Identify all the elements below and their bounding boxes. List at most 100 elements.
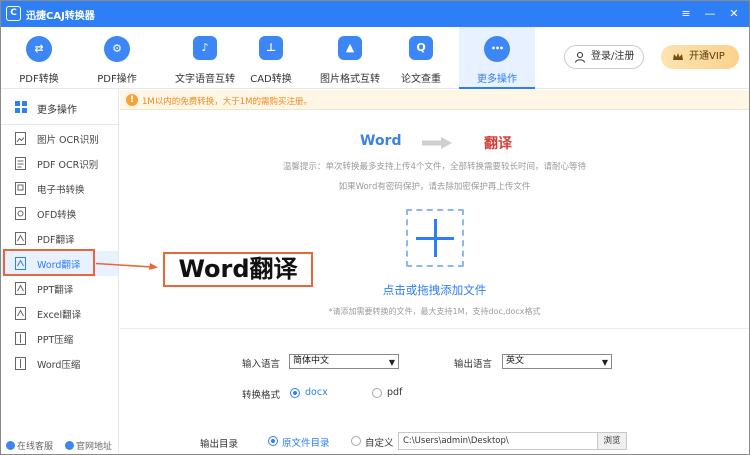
- nav-label: 更多操作: [477, 74, 517, 85]
- format-docx-radio[interactable]: [290, 388, 300, 398]
- sidebar-item-label: Word压缩: [37, 360, 81, 371]
- nav-image-format[interactable]: ▲ 图片格式互转: [307, 27, 393, 89]
- vip-button[interactable]: 开通VIP: [661, 45, 739, 69]
- gear-icon: ⚙: [104, 36, 130, 62]
- window-title: 迅捷CAJ转换器: [26, 11, 95, 22]
- sidebar-item-ppt-compress[interactable]: PPT压缩: [1, 326, 118, 351]
- callout-highlight-frame: [3, 249, 95, 276]
- browse-button[interactable]: 浏览: [597, 432, 627, 450]
- grid-icon: [15, 101, 27, 113]
- nav-more-ops[interactable]: ••• 更多操作: [459, 27, 535, 89]
- nav-pdf-convert[interactable]: ⇄ PDF转换: [9, 27, 69, 89]
- sidebar-item-label: PPT压缩: [37, 335, 74, 346]
- chevron-down-icon: ▼: [601, 358, 608, 367]
- pdf-file-icon: [15, 157, 26, 170]
- nav-label: PDF转换: [19, 74, 59, 85]
- tip-line-1: 温馨提示：单次转换最多支持上传4个文件，全部转换需要较长时间，请耐心等待: [283, 162, 586, 172]
- login-label: 登录/注册: [591, 51, 635, 62]
- sidebar-item-word-compress[interactable]: Word压缩: [1, 351, 118, 376]
- sidebar-item-label: PPT翻译: [37, 285, 74, 296]
- paper-check-icon: Q: [409, 36, 433, 60]
- app-logo-icon: C: [6, 6, 21, 21]
- text-voice-icon: ♪: [193, 36, 217, 60]
- dir-original-label: 原文件目录: [282, 438, 330, 449]
- output-lang-select[interactable]: 英文 ▼: [502, 354, 612, 369]
- app-window: C 迅捷CAJ转换器 ≡ — ✕ ⇄ PDF转换 ⚙ PDF操作 ♪ 文字语音互…: [0, 0, 750, 455]
- login-button[interactable]: 登录/注册: [564, 45, 644, 69]
- menu-icon[interactable]: ≡: [677, 5, 695, 23]
- dir-custom-radio[interactable]: [351, 436, 361, 446]
- globe-icon: [65, 441, 74, 450]
- output-lang-label: 输出语言: [454, 359, 493, 370]
- sidebar-item-label: PDF OCR识别: [37, 160, 99, 171]
- format-docx-label: docx: [305, 387, 328, 398]
- website-label: 官网地址: [76, 442, 113, 452]
- output-path-input[interactable]: C:\Users\admin\Desktop\: [398, 432, 598, 450]
- title-bar: C 迅捷CAJ转换器 ≡ — ✕: [1, 1, 749, 27]
- ebook-icon: [15, 182, 26, 195]
- nav-pdf-ops[interactable]: ⚙ PDF操作: [87, 27, 147, 89]
- sidebar-header: 更多操作: [1, 89, 118, 125]
- chevron-down-icon: ▼: [388, 358, 395, 367]
- sidebar-item-image-ocr[interactable]: 图片 OCR识别: [1, 126, 118, 151]
- dir-custom-label: 自定义: [365, 438, 394, 449]
- crown-icon: [673, 53, 683, 60]
- flow-source-label: Word: [360, 133, 402, 149]
- format-pdf-radio[interactable]: [372, 388, 382, 398]
- nav-label: 文字语音互转: [175, 74, 235, 85]
- translate-file-icon: [15, 307, 26, 320]
- warning-icon: !: [126, 94, 138, 106]
- sidebar-item-pdf-ocr[interactable]: PDF OCR识别: [1, 151, 118, 176]
- vip-label: 开通VIP: [689, 51, 725, 62]
- nav-paper-check[interactable]: Q 论文查重: [391, 27, 451, 89]
- sidebar-item-label: 电子书转换: [37, 185, 85, 196]
- sidebar-item-ppt-translate[interactable]: PPT翻译: [1, 276, 118, 301]
- sidebar-item-pdf-translate[interactable]: PDF翻译: [1, 226, 118, 251]
- file-dropzone[interactable]: [406, 209, 464, 267]
- sidebar-item-label: OFD转换: [37, 210, 77, 221]
- minimize-icon[interactable]: —: [701, 5, 719, 23]
- nav-text-voice[interactable]: ♪ 文字语音互转: [159, 27, 251, 89]
- callout-arrow-icon: [96, 262, 158, 270]
- format-pdf-label: pdf: [387, 387, 403, 398]
- online-service-label: 在线客服: [17, 442, 54, 452]
- ofd-file-icon: [15, 207, 26, 220]
- nav-label: 论文查重: [401, 74, 441, 85]
- input-lang-value: 简体中文: [293, 356, 330, 366]
- plus-icon-vertical: [433, 219, 437, 257]
- website-link[interactable]: 官网地址: [65, 439, 112, 452]
- file-hint: *请添加需要转换的文件，最大支持1M，支持doc,docx格式: [328, 307, 541, 316]
- sidebar-footer: 在线客服 官网地址: [1, 437, 118, 453]
- format-label: 转换格式: [242, 390, 281, 401]
- notice-text: 1M以内的免费转换，大于1M的需购买注册。: [142, 97, 312, 107]
- translate-file-icon: [15, 282, 26, 295]
- more-icon: •••: [484, 36, 510, 62]
- close-icon[interactable]: ✕: [725, 5, 743, 23]
- image-icon: ▲: [338, 36, 362, 60]
- input-lang-select[interactable]: 简体中文 ▼: [289, 354, 399, 369]
- sidebar-item-label: Excel翻译: [37, 310, 82, 321]
- nav-label: PDF操作: [97, 74, 137, 85]
- exchange-icon: ⇄: [26, 36, 52, 62]
- notice-bar: ! 1M以内的免费转换，大于1M的需购买注册。: [120, 90, 749, 110]
- sidebar-item-label: 图片 OCR识别: [37, 135, 99, 146]
- cad-icon: ⊥: [259, 36, 283, 60]
- sidebar-title: 更多操作: [37, 105, 77, 116]
- output-lang-value: 英文: [506, 356, 525, 366]
- nav-label: CAD转换: [250, 74, 292, 85]
- translate-file-icon: [15, 232, 26, 245]
- compress-file-icon: [15, 332, 26, 345]
- sidebar-item-excel-translate[interactable]: Excel翻译: [1, 301, 118, 326]
- input-lang-label: 输入语言: [242, 359, 281, 370]
- sidebar-item-ofd[interactable]: OFD转换: [1, 201, 118, 226]
- headset-icon: [6, 441, 15, 450]
- online-service-link[interactable]: 在线客服: [6, 439, 53, 452]
- output-dir-label: 输出目录: [200, 439, 239, 450]
- nav-cad[interactable]: ⊥ CAD转换: [241, 27, 301, 89]
- arrow-right-icon: [422, 137, 452, 149]
- callout-label: Word翻译: [163, 252, 313, 287]
- image-file-icon: [15, 132, 26, 145]
- options-panel: 输入语言 简体中文 ▼ 输出语言 英文 ▼ 转换格式 docx pdf 输出目录…: [120, 328, 749, 454]
- sidebar-item-ebook[interactable]: 电子书转换: [1, 176, 118, 201]
- dir-original-radio[interactable]: [268, 436, 278, 446]
